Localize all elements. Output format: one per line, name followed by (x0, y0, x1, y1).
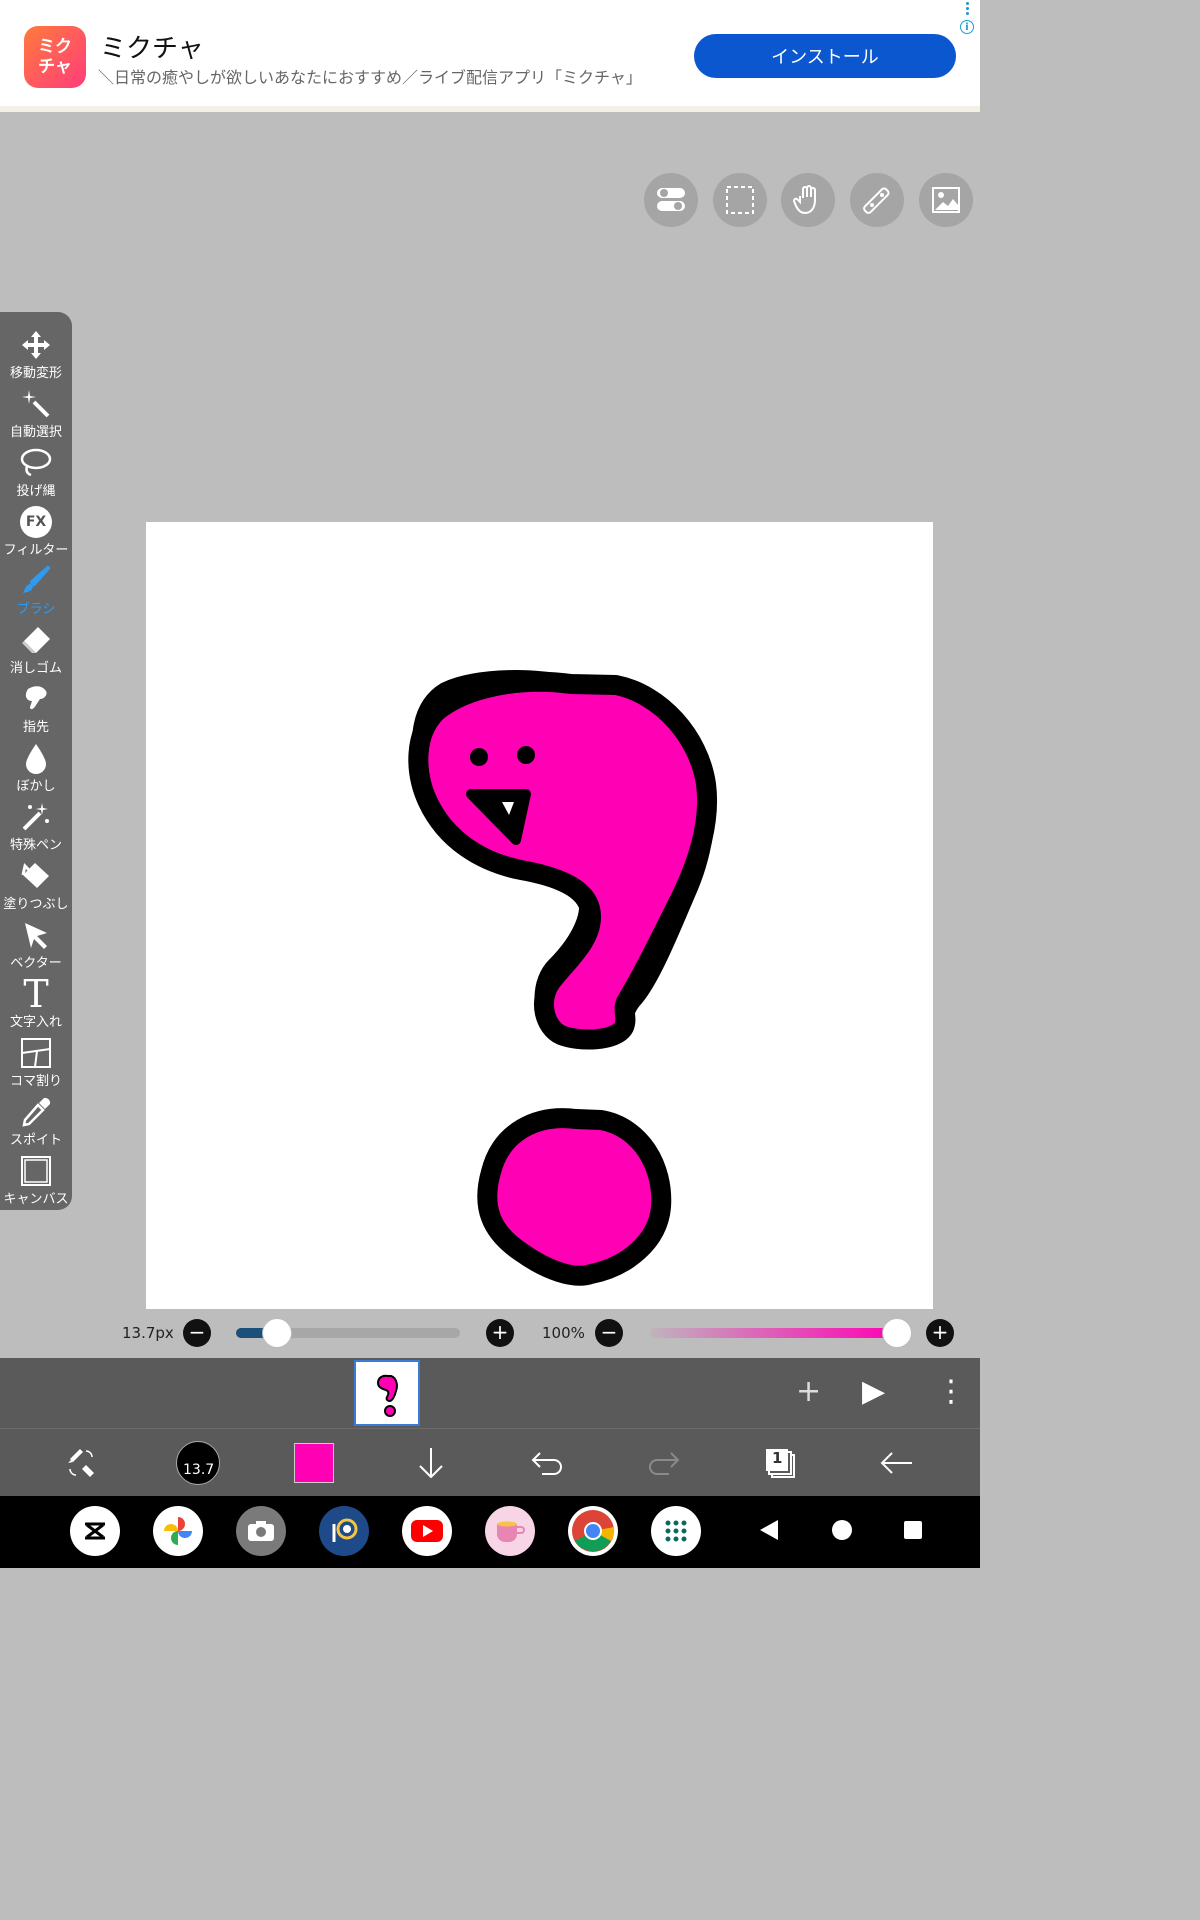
system-navigation-bar (0, 1496, 980, 1568)
canvas-icon (19, 1154, 53, 1188)
tool-label: スポイト (9, 1133, 62, 1148)
text-tool-glyph: T (23, 972, 49, 1016)
ad-banner[interactable]: ミク チャ ミクチャ ＼日常の癒やしが欲しいあなたにおすすめ／ライブ配信アプリ「… (0, 0, 980, 112)
eyedropper-icon (19, 1095, 53, 1129)
layers-icon[interactable]: 1 (758, 1441, 802, 1485)
magic-wand-icon (19, 387, 53, 421)
nav-back-icon[interactable] (758, 1518, 780, 1546)
special-pen-icon (19, 800, 53, 834)
tool-label: キャンバス (3, 1192, 69, 1207)
undo-icon[interactable] (525, 1441, 569, 1485)
tool-label: フィルター (3, 543, 69, 558)
brush-size-preview-text: 13.7 (183, 1462, 215, 1478)
vector-icon (19, 918, 53, 952)
text-icon: T (19, 972, 53, 1016)
opacity-decrease-button[interactable]: − (595, 1319, 623, 1347)
tool-label: 移動変形 (9, 366, 62, 381)
tool-brush[interactable]: ブラシ (0, 562, 72, 620)
eraser-icon (19, 623, 53, 657)
tool-label: 消しゴム (9, 661, 62, 676)
toggle-icon[interactable] (644, 173, 698, 227)
hand-icon[interactable] (781, 173, 835, 227)
nav-home-icon[interactable] (832, 1520, 852, 1540)
size-increase-button[interactable]: + (486, 1319, 514, 1347)
opacity-increase-button[interactable]: + (926, 1319, 954, 1347)
ad-app-logo[interactable]: ミク チャ (24, 26, 86, 88)
ad-description: ＼日常の癒やしが欲しいあなたにおすすめ／ライブ配信アプリ「ミクチャ」 (98, 68, 642, 87)
tool-label: 投げ縄 (16, 484, 56, 499)
drawing-canvas[interactable] (146, 522, 933, 1309)
pen-eraser-toggle-icon[interactable] (60, 1441, 104, 1485)
brush-size-value: 13.7px (122, 1324, 174, 1342)
reference-image-icon[interactable] (919, 173, 973, 227)
ad-title[interactable]: ミクチャ (100, 28, 204, 65)
nav-recents-icon[interactable] (904, 1521, 922, 1539)
tool-label: 塗りつぶし (3, 897, 69, 912)
lasso-icon (19, 446, 53, 480)
youtube-app-icon[interactable] (402, 1506, 452, 1556)
brush-icon (19, 564, 53, 598)
tool-lasso[interactable]: 投げ縄 (0, 444, 72, 502)
tool-eraser[interactable]: 消しゴム (0, 621, 72, 679)
finger-icon (19, 682, 53, 716)
opacity-value: 100% (542, 1324, 585, 1342)
down-arrow-icon[interactable] (409, 1441, 453, 1485)
photos-app-icon[interactable] (153, 1506, 203, 1556)
tool-canvas[interactable]: キャンバス (0, 1152, 72, 1210)
size-decrease-button[interactable]: − (183, 1319, 211, 1347)
tool-label: 特殊ペン (9, 838, 62, 853)
ad-install-button[interactable]: インストール (694, 34, 956, 78)
tool-label: ブラシ (16, 602, 56, 617)
ruler-icon[interactable] (850, 173, 904, 227)
bottom-toolbar: 13.7 1 (0, 1428, 980, 1496)
frames-bar: + ▶ ⋮ (0, 1358, 980, 1428)
fill-bucket-icon (19, 859, 53, 893)
tool-auto-select[interactable]: 自動選択 (0, 385, 72, 443)
tea-app-icon[interactable] (485, 1506, 535, 1556)
layer-count: 1 (772, 1449, 783, 1467)
ibispaint-app-icon[interactable] (319, 1506, 369, 1556)
tool-label: ベクター (10, 956, 62, 971)
tool-eyedropper[interactable]: スポイト (0, 1093, 72, 1151)
move-icon (19, 328, 53, 362)
tool-move-transform[interactable]: 移動変形 (0, 326, 72, 384)
tool-label: 文字入れ (9, 1015, 62, 1030)
tool-vector[interactable]: ベクター (0, 916, 72, 974)
tool-palette: 移動変形 自動選択 投げ縄 FX フィルター ブラシ 消しゴム 指先 ぼかし 特… (0, 312, 72, 1210)
tool-label: 自動選択 (9, 425, 62, 440)
add-frame-icon[interactable]: + (796, 1374, 821, 1409)
question-mark-drawing (408, 670, 718, 1286)
chrome-app-icon[interactable] (568, 1506, 618, 1556)
tool-finger[interactable]: 指先 (0, 680, 72, 738)
frames-menu-icon[interactable]: ⋮ (936, 1374, 966, 1409)
tool-fill[interactable]: 塗りつぶし (0, 857, 72, 915)
tool-label: 指先 (22, 720, 49, 735)
tool-text[interactable]: T 文字入れ (0, 975, 72, 1033)
opacity-slider-track[interactable] (650, 1328, 900, 1338)
tool-frame-divide[interactable]: コマ割り (0, 1034, 72, 1092)
play-icon[interactable]: ▶ (862, 1374, 885, 1409)
camera-app-icon[interactable] (236, 1506, 286, 1556)
capcut-app-icon[interactable] (70, 1506, 120, 1556)
color-swatch[interactable] (292, 1441, 336, 1485)
blur-drop-icon (19, 741, 53, 775)
frame-thumbnail[interactable] (354, 1360, 420, 1426)
fx-text: FX (20, 506, 52, 538)
redo-icon[interactable] (642, 1441, 686, 1485)
app-drawer-icon[interactable] (651, 1506, 701, 1556)
brush-size-preview[interactable]: 13.7 (176, 1441, 220, 1485)
tool-label: ぼかし (16, 779, 56, 794)
ad-menu-icon[interactable] (966, 2, 970, 16)
size-slider-knob[interactable] (262, 1318, 292, 1348)
ad-info-icon[interactable]: i (960, 20, 974, 34)
frame-divide-icon (19, 1036, 53, 1070)
tool-blur[interactable]: ぼかし (0, 739, 72, 797)
opacity-slider-knob[interactable] (882, 1318, 912, 1348)
tool-label: コマ割り (9, 1074, 62, 1089)
fx-icon: FX (19, 505, 53, 539)
back-arrow-icon[interactable] (874, 1441, 918, 1485)
tool-special-pen[interactable]: 特殊ペン (0, 798, 72, 856)
tool-filter[interactable]: FX フィルター (0, 503, 72, 561)
selection-icon[interactable] (713, 173, 767, 227)
